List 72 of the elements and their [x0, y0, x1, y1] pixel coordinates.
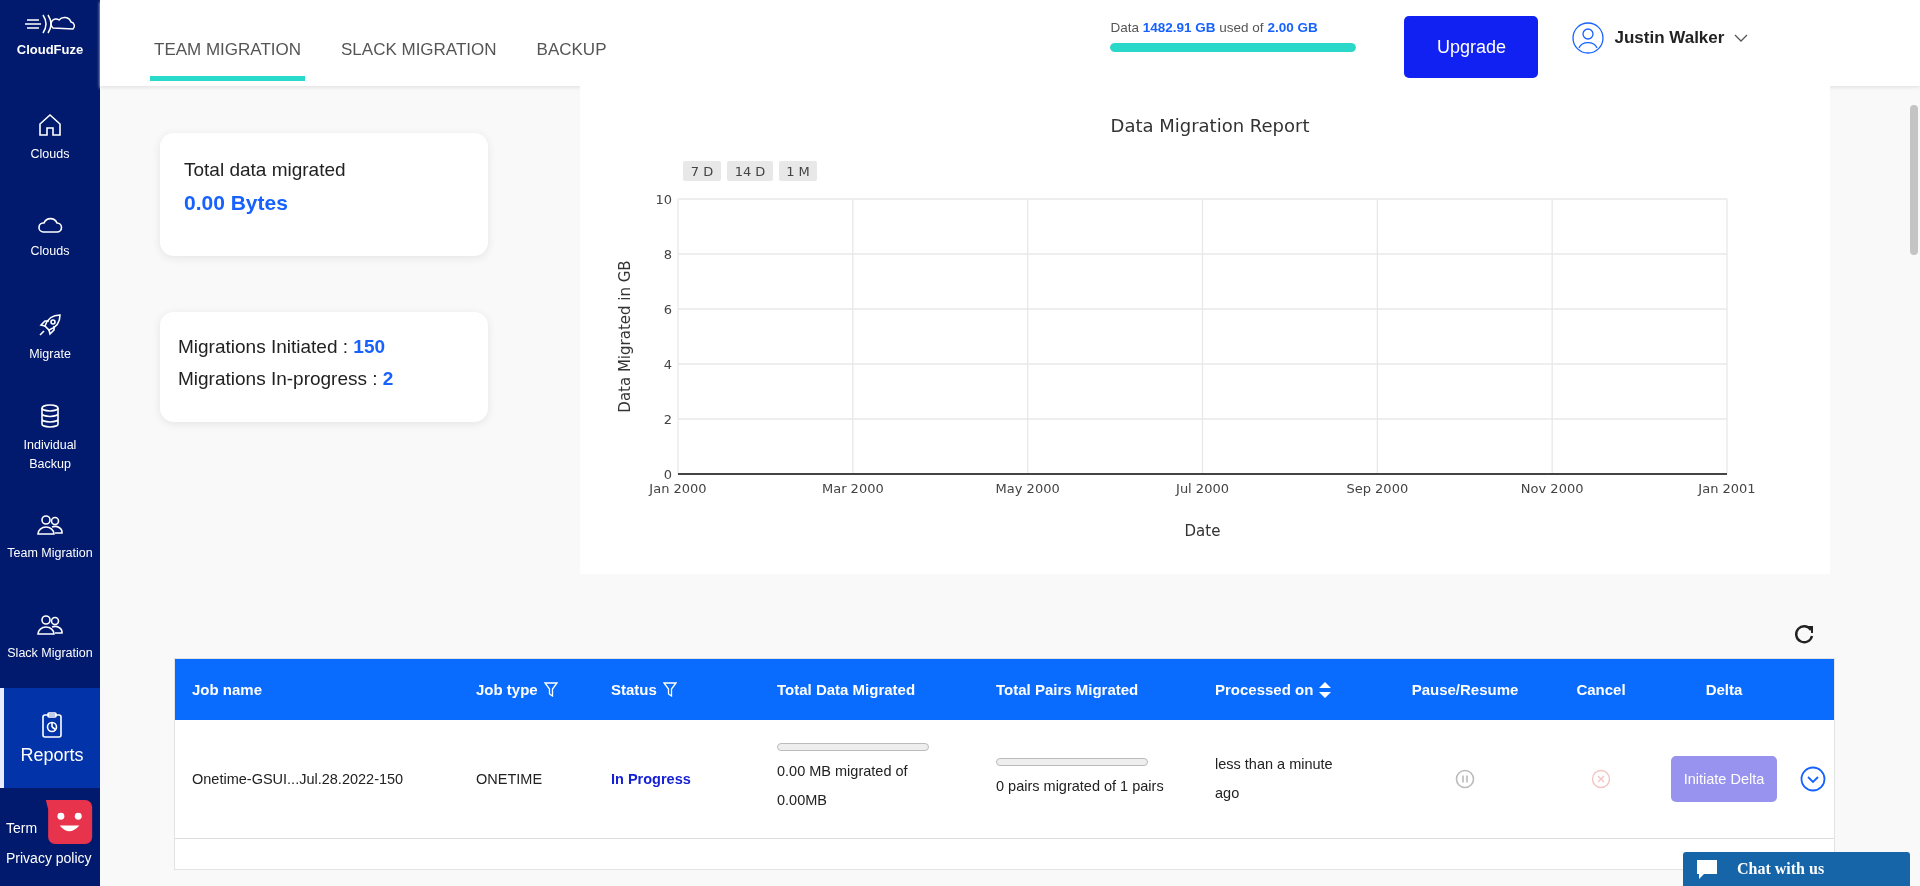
x-tick-label: May 2000 [995, 481, 1060, 496]
user-avatar-icon[interactable] [1572, 22, 1605, 54]
x-tick-label: Nov 2000 [1520, 481, 1584, 496]
table-cell-text: less than a minute ago [1215, 755, 1334, 803]
chevron-down-icon[interactable] [1734, 34, 1749, 42]
sidebar-item[interactable]: Clouds [0, 188, 100, 288]
footer-link[interactable]: Privacy policy [6, 850, 92, 866]
tab[interactable]: TEAM MIGRATION [150, 0, 305, 81]
clipboard-icon [40, 711, 64, 739]
card-value: 0.00 Bytes [184, 191, 289, 215]
column-header[interactable]: Status [611, 681, 777, 698]
data-usage-text: Data 1482.91 GB used of 2.00 GB [1110, 20, 1319, 35]
users-icon [36, 513, 64, 537]
stat-line: Migrations Initiated : 150 [178, 336, 386, 358]
x-tick-label: Jan 2000 [649, 481, 707, 496]
column-header: Total Data Migrated [777, 681, 917, 698]
sidebar-item[interactable]: Clouds [0, 88, 100, 188]
y-tick-label: 4 [663, 357, 672, 372]
sidebar-item[interactable]: Individual Backup [0, 388, 100, 488]
sidebar-item[interactable]: Slack Migration [0, 588, 100, 688]
y-axis-title: Data Migrated in GB [616, 260, 634, 413]
upgrade-button[interactable]: Upgrade [1404, 16, 1539, 78]
table-cell-text: Onetime-GSUI...Jul.28.2022-150 [192, 769, 405, 789]
scrollbar[interactable] [1910, 105, 1918, 255]
x-tick-label: Mar 2000 [821, 481, 884, 496]
x-tick-label: Sep 2000 [1346, 481, 1409, 496]
x-tick-label: Jan 2001 [1698, 481, 1756, 496]
column-header: Job name [192, 681, 264, 698]
y-tick-label: 0 [663, 467, 672, 482]
expand-icon[interactable] [1799, 766, 1826, 792]
tab[interactable]: SLACK MIGRATION [337, 0, 501, 81]
range-button[interactable]: 14 D [727, 161, 773, 181]
x-axis-title: Date [1184, 522, 1221, 540]
column-header[interactable]: Job type [476, 681, 611, 698]
footer-link[interactable]: Term [6, 820, 38, 836]
tab[interactable]: BACKUP [532, 0, 611, 81]
users-icon [36, 613, 64, 637]
cloud-icon [37, 215, 63, 235]
y-tick-label: 6 [663, 302, 672, 317]
table-cell-text: ONETIME [476, 769, 544, 789]
logo-icon [23, 12, 77, 36]
column-header: Cancel [1575, 681, 1627, 698]
column-header: Delta [1704, 681, 1744, 698]
chat-bubble-icon [1695, 858, 1719, 880]
sidebar-item[interactable]: Team Migration [0, 488, 100, 588]
sidebar-item[interactable]: Reports [0, 688, 100, 788]
x-tick-label: Jul 2000 [1176, 481, 1229, 496]
card-label: Total data migrated [184, 159, 347, 181]
database-icon [39, 402, 61, 429]
chart-title: Data Migration Report [1110, 115, 1310, 136]
y-tick-label: 10 [655, 192, 672, 207]
stat-line: Migrations In-progress : 2 [178, 368, 395, 390]
refresh-icon[interactable] [1793, 624, 1815, 646]
home-icon [37, 112, 63, 138]
range-button[interactable]: 1 M [779, 161, 817, 181]
column-header: Total Pairs Migrated [996, 681, 1140, 698]
rocket-icon [37, 312, 63, 338]
filter-icon[interactable] [543, 682, 558, 697]
range-button[interactable]: 7 D [683, 161, 721, 181]
filter-icon[interactable] [662, 682, 677, 697]
status-text: In Progress [611, 769, 692, 789]
user-name[interactable]: Justin Walker [1614, 28, 1725, 48]
column-header[interactable]: Processed on [1215, 681, 1385, 698]
chat-button[interactable]: Chat with us [1683, 852, 1910, 886]
sort-icon[interactable] [1319, 681, 1332, 698]
y-tick-label: 2 [663, 412, 672, 427]
logo-text: CloudFuze [16, 42, 84, 57]
y-tick-label: 8 [663, 247, 672, 262]
table-cell-text: 0.00 MB migrated of 0.00MB [777, 762, 909, 810]
column-header: Pause/Resume [1410, 681, 1520, 698]
sidebar-item[interactable]: Migrate [0, 288, 100, 388]
table-cell-text: 0 pairs migrated of 1 pairs [996, 776, 1165, 796]
